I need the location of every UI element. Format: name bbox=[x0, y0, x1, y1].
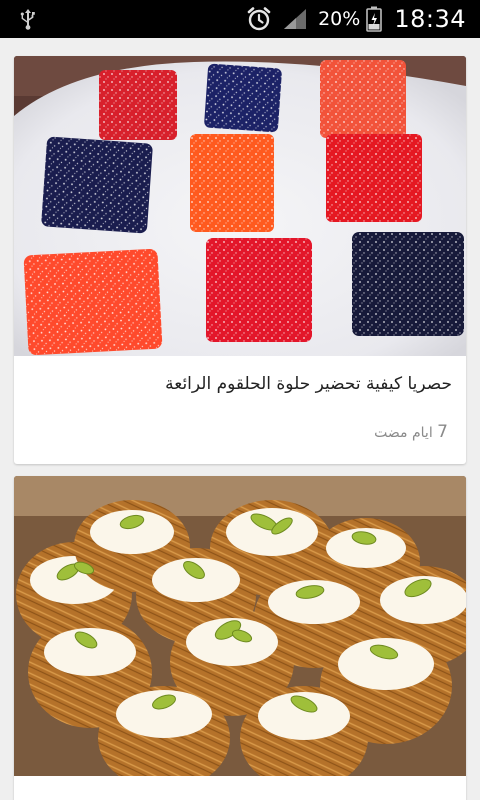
status-bar: 20% 18:34 bbox=[0, 0, 480, 38]
clock-time: 18:34 bbox=[394, 5, 466, 33]
alarm-icon bbox=[247, 7, 271, 31]
signal-icon bbox=[284, 9, 307, 29]
article-feed[interactable]: حصريا كيفية تحضير حلوة الحلقوم الرائعة 7… bbox=[0, 38, 480, 800]
battery-icon bbox=[366, 6, 383, 32]
article-age-number: 7 bbox=[437, 422, 448, 442]
article-age-label: ايام مضت bbox=[374, 425, 433, 441]
article-card[interactable]: حصريا كيفية تحضير حلوة الحلقوم الرائعة 7… bbox=[14, 56, 466, 464]
usb-icon bbox=[20, 9, 35, 30]
battery-percent: 20% bbox=[318, 8, 361, 30]
article-image-kunafa-nests[interactable] bbox=[14, 476, 466, 776]
article-card[interactable] bbox=[14, 476, 466, 800]
article-age: 7 ايام مضت bbox=[374, 422, 448, 442]
article-image-jelly-candy[interactable] bbox=[14, 56, 466, 356]
article-title[interactable]: حصريا كيفية تحضير حلوة الحلقوم الرائعة bbox=[32, 374, 452, 394]
